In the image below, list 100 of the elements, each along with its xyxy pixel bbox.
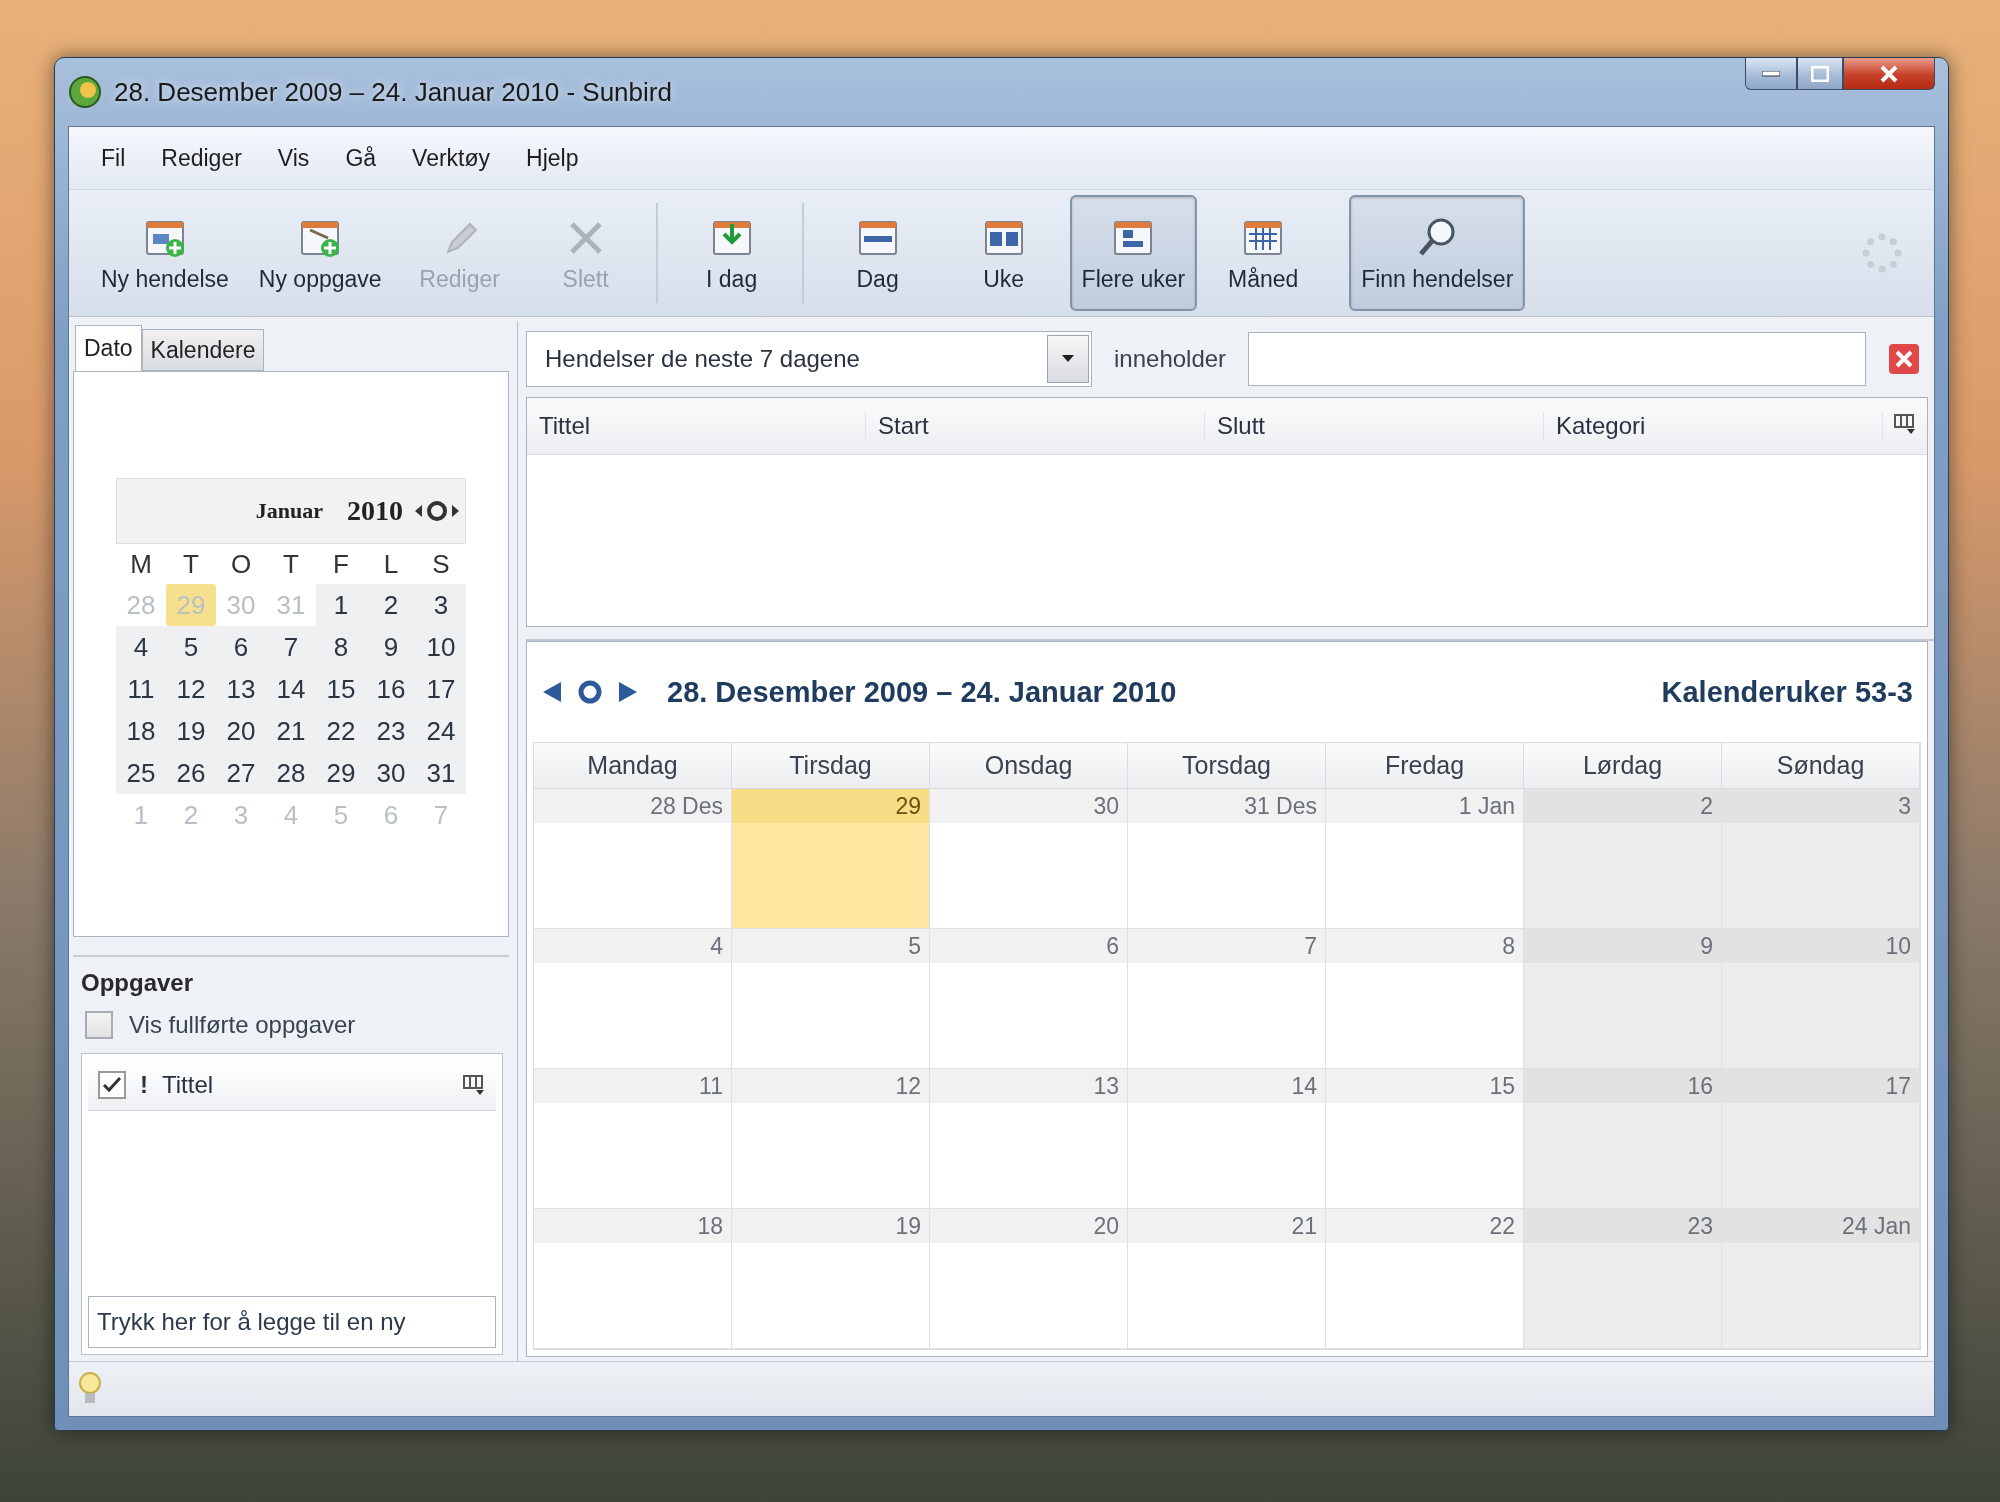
mini-calendar-day[interactable]: 21 xyxy=(266,710,316,752)
column-header[interactable]: Tittel xyxy=(527,412,866,440)
column-header[interactable]: Start xyxy=(866,412,1205,440)
mini-calendar-day[interactable]: 9 xyxy=(366,626,416,668)
next-icon[interactable] xyxy=(617,680,639,704)
column-header[interactable]: Kategori xyxy=(1544,412,1883,440)
mini-calendar-day[interactable]: 2 xyxy=(366,584,416,626)
mini-calendar-day[interactable]: 24 xyxy=(416,710,466,752)
month-navigation-icon[interactable] xyxy=(413,498,461,524)
day-cell[interactable]: 18 xyxy=(534,1209,732,1349)
sidebar-tab[interactable]: Kalendere xyxy=(141,329,265,371)
day-cell[interactable]: 9 xyxy=(1524,929,1722,1069)
mini-calendar-day[interactable]: 22 xyxy=(316,710,366,752)
day-cell[interactable]: 21 xyxy=(1128,1209,1326,1349)
day-cell[interactable]: 3 xyxy=(1722,789,1920,929)
day-cell[interactable]: 28 Des xyxy=(534,789,732,929)
day-cell[interactable]: 7 xyxy=(1128,929,1326,1069)
day-cell[interactable]: 16 xyxy=(1524,1069,1722,1209)
mini-calendar-day[interactable]: 11 xyxy=(116,668,166,710)
day-cell[interactable]: 23 xyxy=(1524,1209,1722,1349)
day-cell[interactable]: 30 xyxy=(930,789,1128,929)
day-cell[interactable]: 4 xyxy=(534,929,732,1069)
mini-calendar-day[interactable]: 13 xyxy=(216,668,266,710)
previous-icon[interactable] xyxy=(541,680,563,704)
day-cell[interactable]: 11 xyxy=(534,1069,732,1209)
mini-calendar-day[interactable]: 25 xyxy=(116,752,166,794)
close-button[interactable] xyxy=(1843,58,1935,90)
priority-column-header[interactable]: ! xyxy=(140,1071,148,1099)
mini-calendar-day[interactable]: 20 xyxy=(216,710,266,752)
checkbox[interactable] xyxy=(85,1011,113,1039)
search-field[interactable] xyxy=(1248,332,1866,386)
toolbar-button[interactable]: Dag xyxy=(817,195,938,311)
mini-calendar-day[interactable]: 15 xyxy=(316,668,366,710)
column-header[interactable]: Tittel xyxy=(162,1071,214,1099)
column-picker-icon[interactable] xyxy=(462,1074,486,1096)
day-cell[interactable]: 19 xyxy=(732,1209,930,1349)
maximize-button[interactable] xyxy=(1797,58,1843,90)
day-number: 1 Jan xyxy=(1326,789,1523,823)
minimize-button[interactable] xyxy=(1745,58,1797,90)
mini-calendar-day[interactable]: 12 xyxy=(166,668,216,710)
column-picker-icon[interactable] xyxy=(1893,413,1917,435)
mini-calendar-day[interactable]: 29 xyxy=(316,752,366,794)
toolbar-button[interactable]: Flere uker xyxy=(1069,195,1198,311)
day-cell[interactable]: 17 xyxy=(1722,1069,1920,1209)
mini-calendar-day[interactable]: 16 xyxy=(366,668,416,710)
mini-calendar-day[interactable]: 14 xyxy=(266,668,316,710)
day-cell[interactable]: 2 xyxy=(1524,789,1722,929)
mini-calendar-day[interactable]: 10 xyxy=(416,626,466,668)
day-cell[interactable]: 20 xyxy=(930,1209,1128,1349)
completed-column-icon[interactable] xyxy=(98,1071,126,1099)
mini-calendar-day[interactable]: 17 xyxy=(416,668,466,710)
sidebar-tab[interactable]: Dato xyxy=(75,325,142,371)
toolbar-button[interactable]: I dag xyxy=(671,195,792,311)
mini-calendar-day[interactable]: 8 xyxy=(316,626,366,668)
mini-calendar-day[interactable]: 19 xyxy=(166,710,216,752)
toolbar-button[interactable]: Ny hendelse xyxy=(89,195,241,311)
menu-item[interactable]: Hjelp xyxy=(512,138,593,178)
mini-calendar-day[interactable]: 4 xyxy=(116,626,166,668)
day-cell[interactable]: 6 xyxy=(930,929,1128,1069)
weekday-label: M xyxy=(129,548,153,581)
menu-item[interactable]: Fil xyxy=(87,138,140,178)
menu-item[interactable]: Vis xyxy=(263,138,324,178)
mini-calendar-day[interactable]: 6 xyxy=(216,626,266,668)
day-cell[interactable]: 8 xyxy=(1326,929,1524,1069)
day-cell[interactable]: 14 xyxy=(1128,1069,1326,1209)
mini-calendar-day[interactable]: 23 xyxy=(366,710,416,752)
new-task-field[interactable]: Trykk her for å legge til en ny xyxy=(88,1296,496,1348)
mini-calendar-day[interactable]: 30 xyxy=(366,752,416,794)
mini-calendar-day[interactable]: 7 xyxy=(266,626,316,668)
day-cell[interactable]: 12 xyxy=(732,1069,930,1209)
filter-dropdown[interactable]: Hendelser de neste 7 dagene xyxy=(526,331,1092,387)
day-cell[interactable]: 1 Jan xyxy=(1326,789,1524,929)
day-cell[interactable]: 15 xyxy=(1326,1069,1524,1209)
toolbar-button[interactable]: Ny oppgave xyxy=(246,195,394,311)
day-cell[interactable]: 29 xyxy=(732,789,930,929)
day-cell[interactable]: 22 xyxy=(1326,1209,1524,1349)
day-cell[interactable]: 5 xyxy=(732,929,930,1069)
day-number: 15 xyxy=(1326,1069,1523,1103)
menu-item[interactable]: Rediger xyxy=(147,138,256,178)
mini-calendar-day[interactable]: 28 xyxy=(266,752,316,794)
column-header[interactable]: Slutt xyxy=(1205,412,1544,440)
day-cell[interactable]: 31 Des xyxy=(1128,789,1326,929)
mini-calendar-day[interactable]: 27 xyxy=(216,752,266,794)
mini-calendar-day[interactable]: 18 xyxy=(116,710,166,752)
toolbar-button[interactable]: Måned xyxy=(1203,195,1324,311)
toolbar-button[interactable]: Finn hendelser xyxy=(1349,195,1526,311)
mini-calendar-day[interactable]: 31 xyxy=(416,752,466,794)
toolbar-button[interactable]: Uke xyxy=(943,195,1064,311)
mini-calendar-day[interactable]: 5 xyxy=(166,626,216,668)
day-cell[interactable]: 10 xyxy=(1722,929,1920,1069)
mini-calendar-day[interactable]: 3 xyxy=(416,584,466,626)
day-cell[interactable]: 24 Jan xyxy=(1722,1209,1920,1349)
mini-calendar-day[interactable]: 1 xyxy=(316,584,366,626)
day-number: 3 xyxy=(1722,789,1919,823)
menu-item[interactable]: Verktøy xyxy=(398,138,505,178)
today-icon[interactable] xyxy=(577,679,603,705)
menu-item[interactable]: Gå xyxy=(331,138,391,178)
day-cell[interactable]: 13 xyxy=(930,1069,1128,1209)
mini-calendar-day[interactable]: 26 xyxy=(166,752,216,794)
clear-icon[interactable] xyxy=(1888,343,1920,375)
